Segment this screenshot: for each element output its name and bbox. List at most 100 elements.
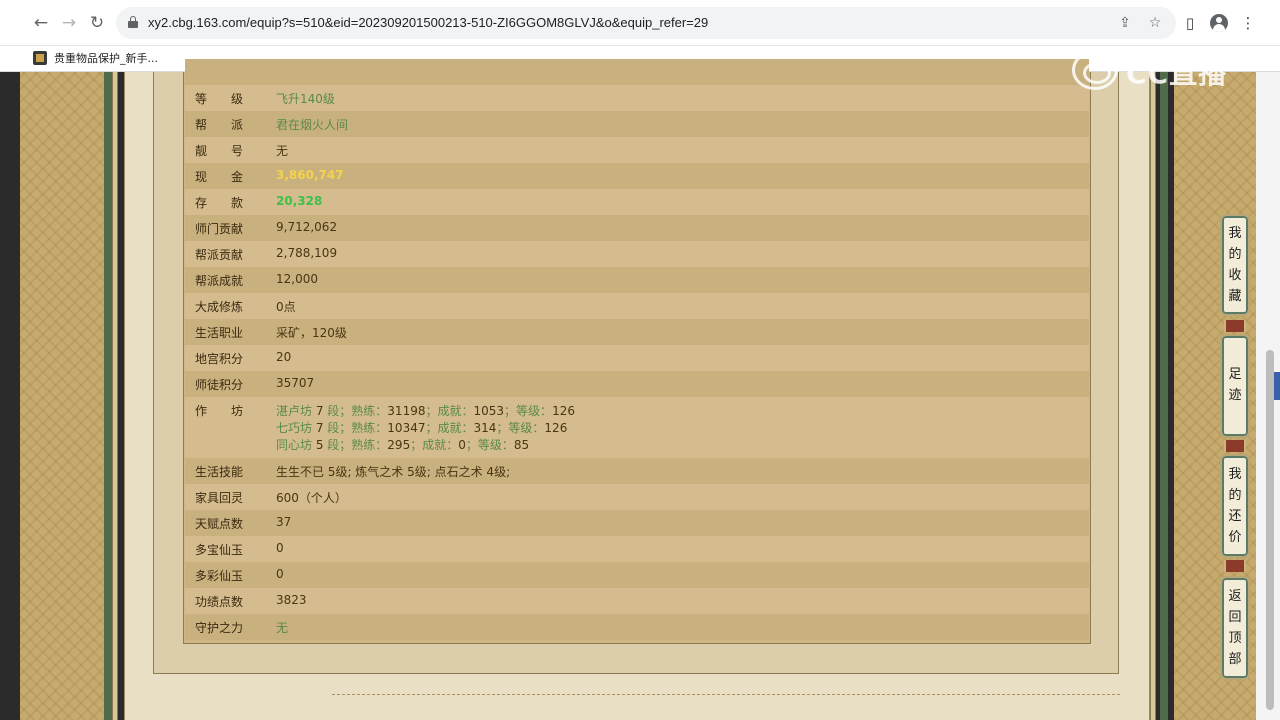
workshop-number: 0 — [458, 438, 466, 452]
address-bar[interactable]: xy2.cbg.163.com/equip?s=510&eid=20230920… — [116, 7, 1176, 39]
row-label: 帮 派 — [195, 118, 244, 132]
decorative-frame — [112, 72, 118, 720]
decorative-frame — [104, 72, 112, 720]
character-info-table: 等 级飞升140级帮 派君在烟火人间靓 号无现 金 3,860,747 存 款 20,… — [183, 59, 1091, 644]
share-icon[interactable]: ⇪ — [1116, 14, 1134, 32]
bookmark-star-icon[interactable]: ☆ — [1146, 14, 1164, 32]
my-offers-button[interactable]: 我的还价 — [1220, 454, 1250, 558]
row-label: 地宫积分 — [195, 352, 244, 366]
workshop-key: 段；熟练： — [327, 404, 388, 418]
table-row: 天赋点数 37 — [185, 510, 1089, 536]
row-value: 采矿，120级 — [276, 326, 347, 340]
workshop-key: ；等级： — [496, 421, 545, 435]
button-char: 部 — [1228, 652, 1242, 667]
row-value: 生生不已 5级; 炼气之术 5级; 点石之术 4级; — [276, 465, 511, 479]
row-value: 20,328 — [276, 194, 323, 208]
table-row: 功绩点数 3823 — [185, 588, 1089, 614]
profile-icon[interactable] — [1210, 14, 1228, 32]
row-value: 0 — [276, 541, 284, 555]
mouse-cursor-icon — [621, 527, 635, 547]
row-label: 靓 号 — [195, 144, 244, 158]
decorative-connector — [1224, 320, 1246, 332]
button-char: 还 — [1228, 509, 1242, 524]
button-char: 返 — [1228, 589, 1242, 604]
decorative-frame — [1150, 72, 1156, 720]
favorites-button[interactable]: 我的收藏 — [1220, 214, 1250, 316]
row-label: 帮派成就 — [195, 274, 244, 288]
reload-icon[interactable]: ↻ — [86, 12, 108, 34]
workshop-number: 314 — [473, 421, 497, 435]
cc-logo-icon — [1072, 50, 1118, 90]
url-text[interactable]: xy2.cbg.163.com/equip?s=510&eid=20230920… — [148, 15, 708, 30]
table-row: 师门贡献 9,712,062 — [185, 215, 1089, 241]
workshop-number: 7 — [312, 421, 328, 435]
row-value: 37 — [276, 515, 292, 529]
row-label: 帮派贡献 — [195, 248, 244, 262]
scrollbar-thumb[interactable] — [1266, 350, 1274, 710]
workshop-number: 7 — [312, 404, 328, 418]
workshop-line: 湛卢坊 7 段；熟练：31198；成就：1053；等级：126 — [276, 402, 575, 419]
back-arrow-icon[interactable]: ← — [30, 12, 52, 34]
workshop-key: 同心坊 — [276, 438, 313, 452]
workshop-key: ；成就： — [425, 421, 474, 435]
button-char: 回 — [1228, 610, 1242, 625]
workshop-number: 10347 — [387, 421, 426, 435]
row-value: 3,860,747 — [276, 168, 344, 182]
table-row: 多宝仙玉 0 — [185, 536, 1089, 562]
table-row: 存 款 20,328 — [185, 189, 1089, 215]
row-value: 20 — [276, 350, 292, 364]
decorative-frame — [1160, 72, 1168, 720]
bookmark-item[interactable]: 贵重物品保护_新手... — [54, 50, 158, 66]
button-char: 收 — [1228, 268, 1242, 283]
workshop-number: 295 — [387, 438, 411, 452]
table-row: 靓 号无 — [185, 137, 1089, 163]
decorative-connector — [1224, 560, 1246, 572]
table-row: 帮派成就 12,000 — [185, 267, 1089, 293]
button-char: 顶 — [1228, 631, 1242, 646]
row-value: 无 — [276, 621, 289, 635]
row-label: 存 款 — [195, 196, 244, 210]
row-value: 0 — [276, 567, 284, 581]
row-label: 现 金 — [195, 170, 244, 184]
row-label: 多彩仙玉 — [195, 569, 244, 583]
side-panel-icon[interactable]: ▯ — [1180, 13, 1200, 33]
table-row: 大成修炼 0点 — [185, 293, 1089, 319]
footprints-button[interactable]: 足迹 — [1220, 334, 1250, 438]
bookmark-favicon-icon[interactable] — [33, 51, 47, 65]
row-label: 家具回灵 — [195, 491, 244, 505]
button-char: 足 — [1228, 367, 1242, 382]
button-char: 藏 — [1228, 289, 1242, 304]
workshop-key: 段；熟练： — [327, 438, 388, 452]
workshop-line: 七巧坊 7 段；熟练：10347；成就：314；等级：126 — [276, 419, 567, 436]
forward-arrow-icon[interactable]: → — [58, 12, 80, 34]
workshop-key: 七巧坊 — [276, 421, 313, 435]
row-label: 生活技能 — [195, 465, 244, 479]
workshop-number: 85 — [513, 438, 530, 452]
row-label: 大成修炼 — [195, 300, 244, 314]
button-char: 的 — [1228, 247, 1242, 262]
row-value: 12,000 — [276, 272, 318, 286]
workshop-number: 126 — [544, 421, 568, 435]
workshop-number: 5 — [312, 438, 328, 452]
row-label: 守护之力 — [195, 621, 244, 635]
table-row: 等 级 飞升140级 — [185, 85, 1089, 111]
row-value: 2,788,109 — [276, 246, 338, 260]
table-row: 家具回灵 600（个人） — [185, 484, 1089, 510]
row-value: 君在烟火人间 — [276, 118, 349, 132]
row-value: 3823 — [276, 593, 307, 607]
button-char: 我 — [1228, 467, 1242, 482]
row-label: 生活职业 — [195, 326, 244, 340]
table-row: 生活技能 生生不已 5级; 炼气之术 5级; 点石之术 4级; — [185, 458, 1089, 484]
row-value: 35707 — [276, 376, 315, 390]
button-char: 迹 — [1228, 388, 1242, 403]
button-char: 我 — [1228, 226, 1242, 241]
cc-live-watermark: CC直播 — [1072, 50, 1240, 90]
workshop-key: ；成就： — [410, 438, 459, 452]
workshop-row: 作 坊湛卢坊 7 段；熟练：31198；成就：1053；等级：126 七巧坊 7 … — [185, 397, 1089, 458]
lock-icon[interactable] — [128, 16, 138, 28]
workshop-number: 126 — [552, 404, 575, 418]
table-row-cut — [185, 59, 1089, 85]
back-to-top-button[interactable]: 返回顶部 — [1220, 576, 1250, 680]
menu-kebab-icon[interactable]: ⋮ — [1238, 13, 1258, 33]
button-char: 的 — [1228, 488, 1242, 503]
